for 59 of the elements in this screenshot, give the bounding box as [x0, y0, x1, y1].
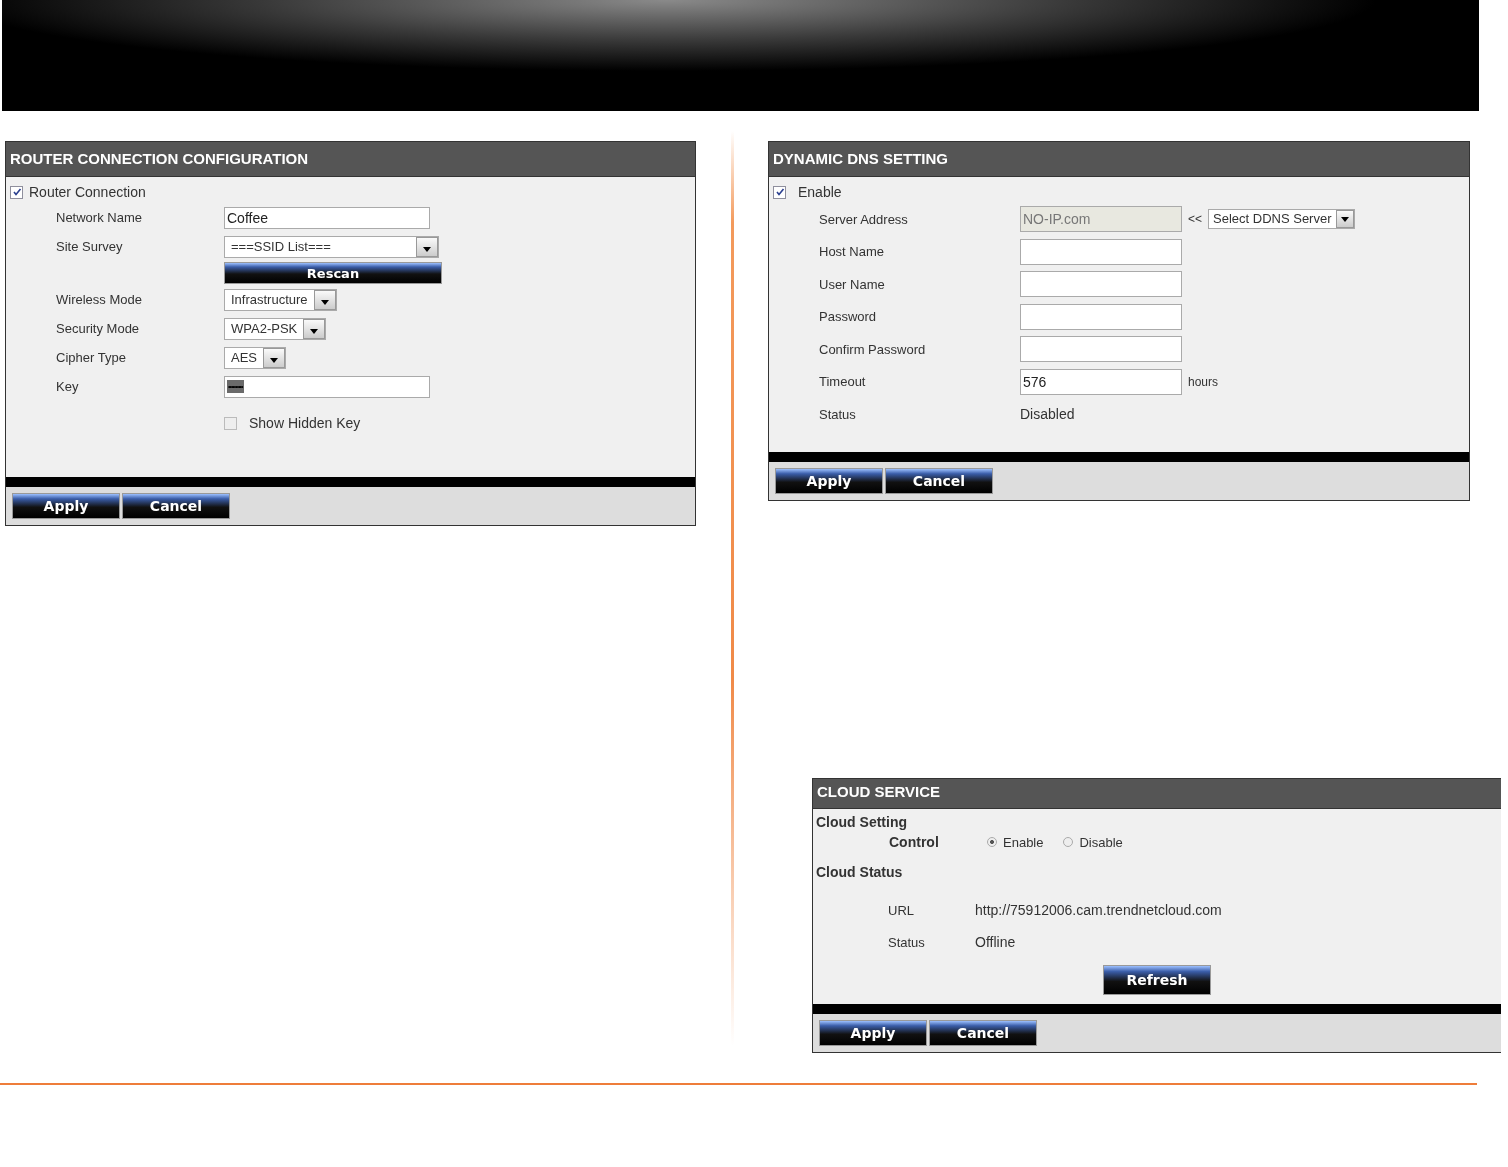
dropdown[interactable]: WPA2-PSK [224, 317, 327, 340]
checkbox[interactable] [10, 185, 23, 199]
status-value: Disabled [1020, 406, 1075, 423]
field-label: Network Name [56, 210, 142, 225]
caret-icon [1340, 216, 1349, 222]
field-label: Timeout [819, 374, 866, 390]
dropdown[interactable]: ===SSID List=== [224, 235, 439, 258]
arrow-label: << [1188, 212, 1202, 227]
caret-icon [270, 357, 278, 363]
section-heading: Cloud Setting [816, 813, 908, 832]
field-label: Cipher Type [56, 350, 126, 365]
field-label: Host Name [819, 244, 885, 260]
action-button[interactable]: Cancel [929, 1020, 1037, 1046]
caret-icon [423, 246, 431, 252]
radio-button[interactable] [1063, 837, 1074, 847]
radio-label: Enable [1003, 834, 1044, 850]
checkbox[interactable] [224, 416, 237, 430]
caret-icon [310, 328, 319, 334]
field-label: Security Mode [56, 321, 140, 336]
field-label: Confirm Password [819, 341, 926, 357]
status-value: Offline [975, 934, 1016, 950]
field-label: URL [888, 902, 914, 918]
dropdown[interactable]: Infrastructure [224, 288, 337, 311]
panel-title: CLOUD SERVICE [813, 779, 1501, 809]
field-label: Server Address [819, 211, 908, 227]
panel-title: DYNAMIC DNS SETTING [769, 142, 1469, 177]
checkbox-label: Router Connection [29, 184, 146, 200]
panel-title: ROUTER CONNECTION CONFIGURATION [6, 142, 695, 177]
action-button[interactable]: Rescan [224, 262, 442, 284]
action-button[interactable]: Cancel [885, 468, 993, 494]
field-label: Status [888, 934, 925, 950]
field-label: User Name [819, 276, 885, 292]
text-field[interactable] [1020, 271, 1182, 298]
section-heading: Cloud Status [816, 863, 904, 882]
field-label: Password [819, 309, 877, 325]
status-value: http://75912006.cam.trendnetcloud.com [975, 902, 1222, 918]
unit-label: hours [1188, 374, 1219, 389]
checkbox-label: Show Hidden Key [249, 415, 361, 431]
field-label: Key [56, 379, 79, 394]
field-label: Site Survey [56, 239, 123, 254]
caret-icon [320, 299, 329, 305]
checkbox-label: Enable [798, 184, 842, 200]
text-field[interactable] [1020, 336, 1182, 363]
checkbox[interactable] [773, 185, 786, 199]
action-button[interactable]: Apply [12, 493, 120, 519]
text-field[interactable] [1020, 238, 1182, 265]
field-label: Status [819, 406, 856, 422]
text-field[interactable]: Coffee [224, 206, 430, 229]
field-label: Control [889, 834, 939, 850]
action-button[interactable]: Apply [819, 1020, 927, 1046]
radio-button[interactable] [987, 837, 997, 847]
text-field[interactable]: 576 [1020, 368, 1182, 395]
action-button[interactable]: Apply [775, 468, 883, 494]
dropdown[interactable]: AES [224, 346, 286, 369]
field-label: Wireless Mode [56, 292, 142, 307]
text-field[interactable] [1020, 303, 1182, 330]
action-button[interactable]: Cancel [122, 493, 230, 519]
action-button[interactable]: Refresh [1103, 965, 1211, 995]
radio-label: Disable [1079, 834, 1123, 850]
